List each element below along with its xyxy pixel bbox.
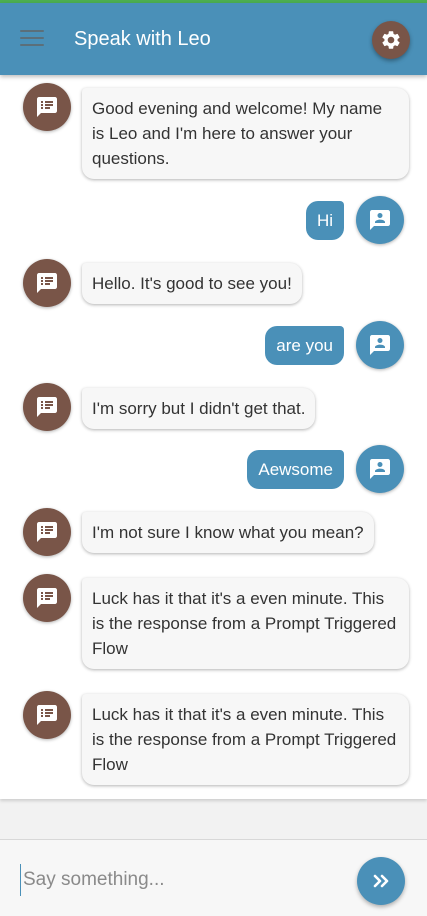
chat-log[interactable]: Good evening and welcome! My name is Leo… [0,75,427,799]
app-title: Speak with Leo [74,28,211,50]
chat-list-icon [37,273,57,293]
chat-list-icon [37,97,57,117]
chat-person-icon [370,459,390,479]
bot-message: I'm not sure I know what you mean? [82,512,374,553]
bot-avatar [23,691,71,739]
chat-list-icon [37,522,57,542]
menu-button[interactable] [20,30,44,48]
chat-person-icon [370,335,390,355]
bot-message: Good evening and welcome! My name is Leo… [82,88,409,179]
message-input[interactable] [20,864,340,896]
message-composer [0,839,427,916]
send-button[interactable] [357,857,405,905]
user-avatar [356,321,404,369]
bot-message: Luck has it that it's a even minute. Thi… [82,694,409,785]
user-message: Hi [305,201,344,240]
settings-button[interactable] [372,21,410,59]
bot-message: Hello. It's good to see you! [82,263,302,304]
bot-message: Luck has it that it's a even minute. Thi… [82,578,409,669]
chat-list-icon [37,705,57,725]
double-chevron-right-icon [373,874,389,888]
gear-icon [382,31,400,49]
chat-person-icon [370,210,390,230]
bot-avatar [23,383,71,431]
menu-icon [20,30,44,46]
bot-avatar [23,259,71,307]
bot-avatar [23,83,71,131]
app-bar: Speak with Leo [0,3,427,75]
user-avatar [356,445,404,493]
chat-list-icon [37,588,57,608]
user-message: are you [265,326,344,365]
bot-message: I'm sorry but I didn't get that. [82,388,316,429]
chat-list-icon [37,397,57,417]
user-avatar [356,196,404,244]
bot-avatar [23,508,71,556]
user-message: Aewsome [247,450,344,489]
bot-avatar [23,574,71,622]
